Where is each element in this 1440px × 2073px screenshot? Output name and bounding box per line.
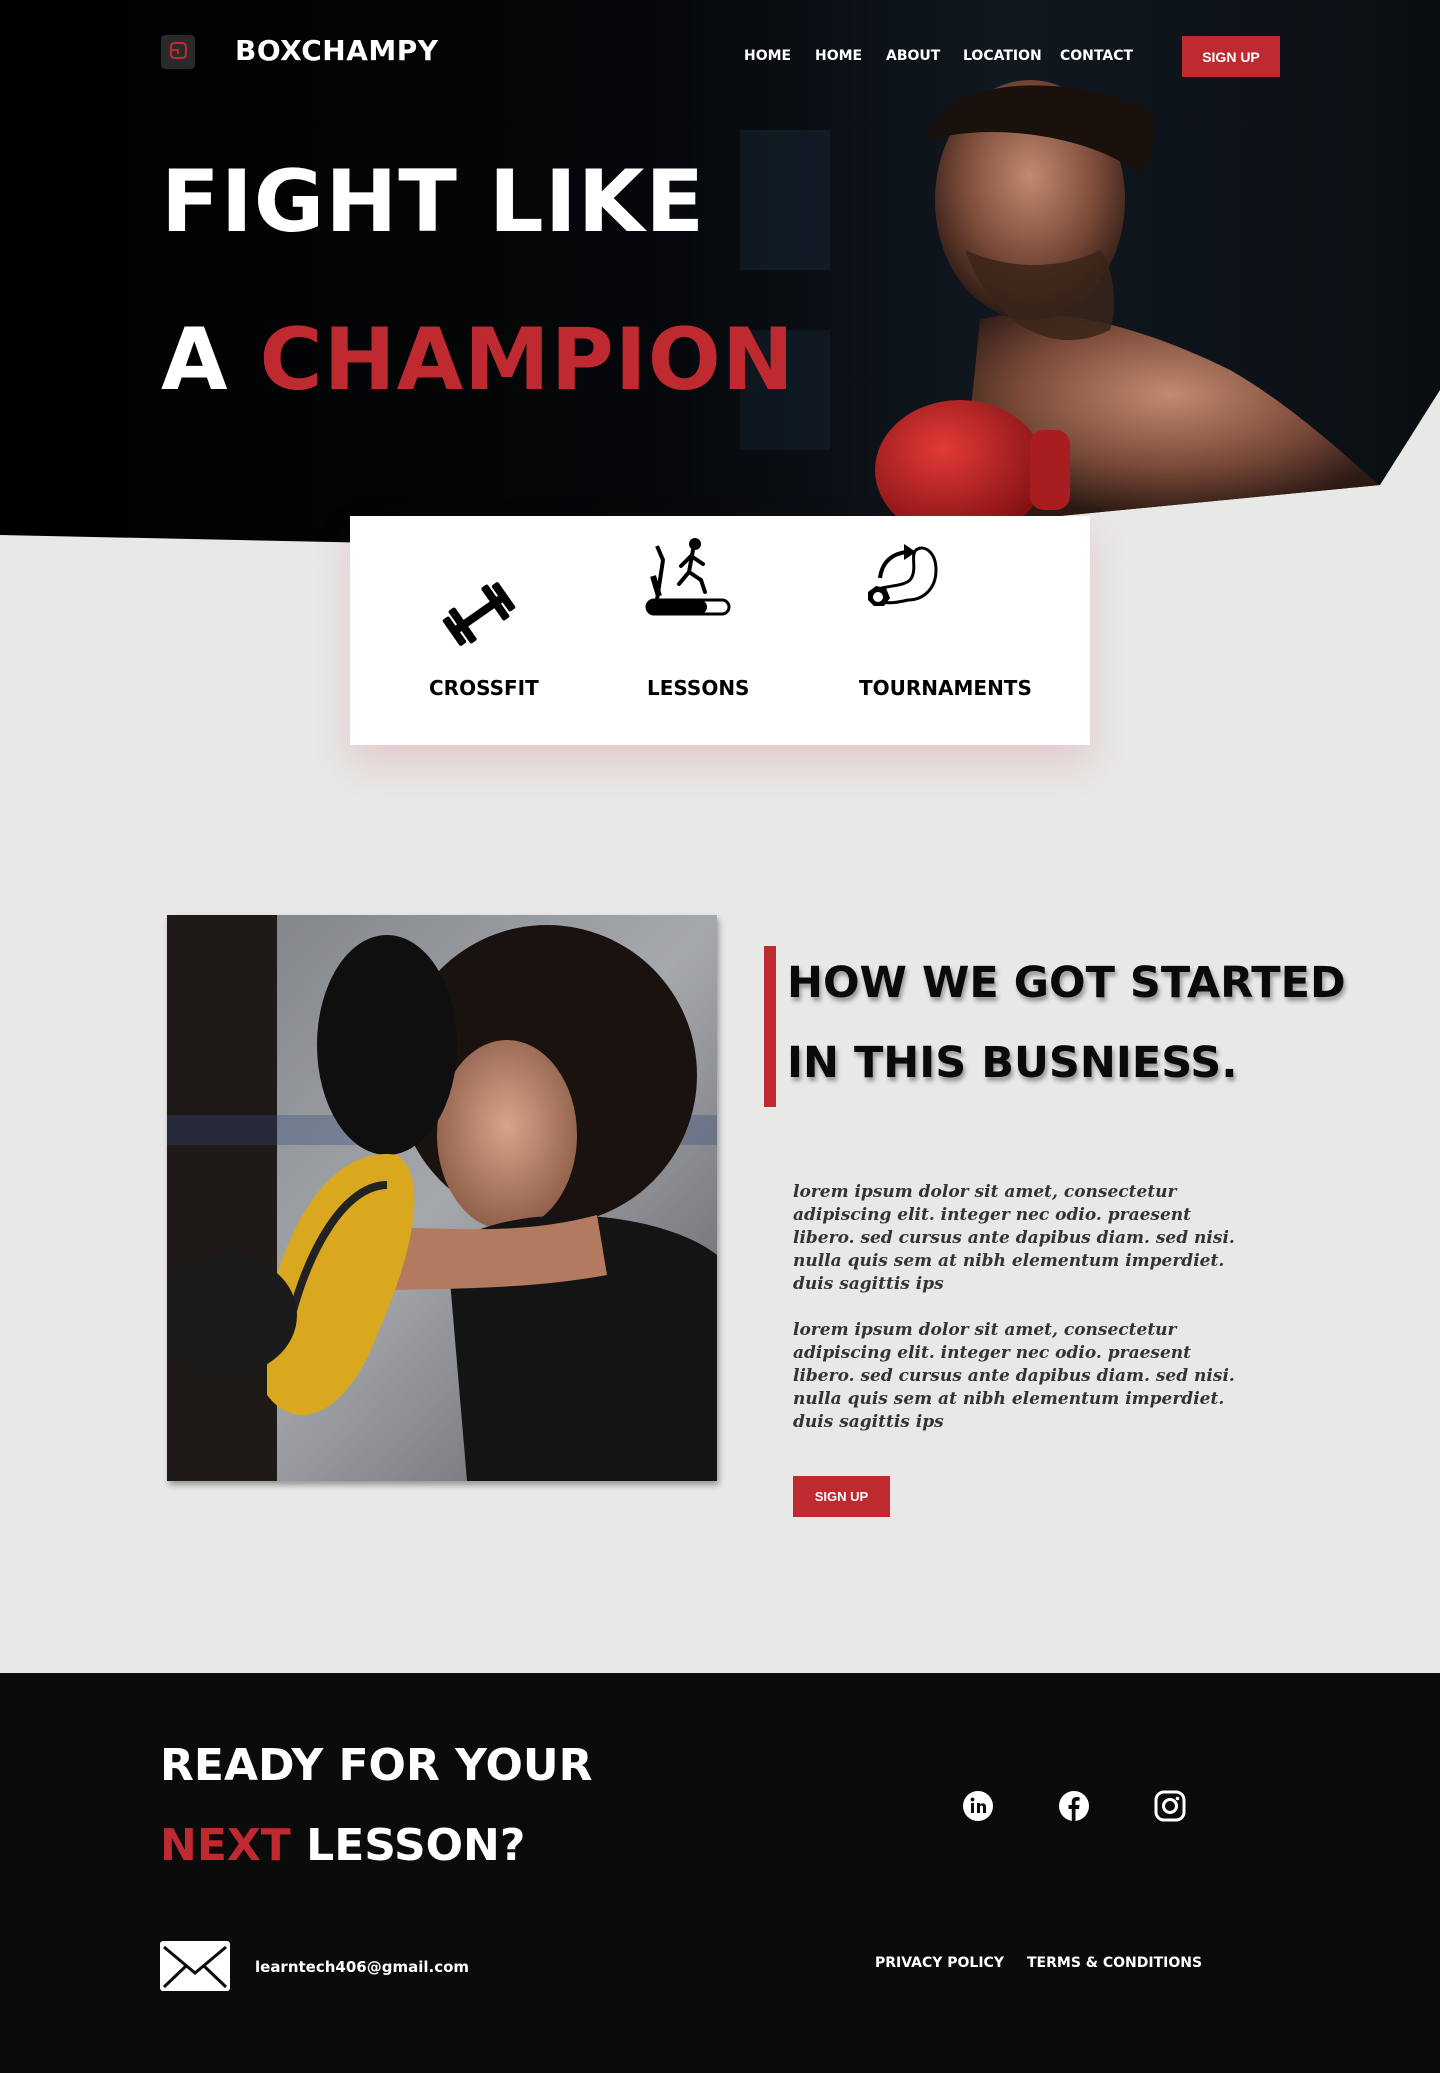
about-paragraph-2: lorem ipsum dolor sit amet, consectetur … (793, 1320, 1235, 1432)
facebook-icon[interactable] (1058, 1790, 1090, 1822)
service-lessons-label[interactable]: LESSONS (647, 676, 749, 700)
hero-background-image (0, 0, 1440, 545)
service-tournaments-label[interactable]: TOURNAMENTS (859, 676, 1032, 700)
footer-cta-rest: LESSON? (306, 1820, 526, 1871)
header-signup-button[interactable]: SIGN UP (1182, 36, 1280, 77)
footer-cta-highlight: NEXT (160, 1820, 291, 1871)
privacy-policy-link[interactable]: PRIVACY POLICY (875, 1955, 1004, 1971)
about-accent-bar (764, 946, 776, 1107)
service-lessons-icon-wrap (645, 536, 735, 626)
hero-headline-line2: A CHAMPION (161, 310, 795, 410)
hero-headline-prefix: A (161, 310, 229, 410)
terms-conditions-link[interactable]: TERMS & CONDITIONS (1027, 1955, 1202, 1971)
footer-cta-line1: READY FOR YOUR (160, 1740, 593, 1791)
about-paragraph-1: lorem ipsum dolor sit amet, consectetur … (793, 1182, 1235, 1294)
nav-contact[interactable]: CONTACT (1060, 48, 1133, 64)
service-crossfit-icon-wrap (435, 570, 523, 662)
envelope-icon (160, 1941, 230, 1991)
about-signup-button[interactable]: SIGN UP (793, 1476, 890, 1517)
logo-icon[interactable] (161, 35, 195, 69)
footer-cta-line2: NEXT LESSON? (160, 1820, 525, 1871)
brand-name[interactable]: BOXCHAMPY (235, 34, 439, 67)
instagram-icon[interactable] (1154, 1790, 1186, 1822)
nav-home-2[interactable]: HOME (815, 48, 862, 64)
hero-headline-highlight: CHAMPION (259, 310, 795, 410)
nav-about[interactable]: ABOUT (886, 48, 940, 64)
boxing-training-image (167, 915, 717, 1481)
about-title-line2: IN THIS BUSNIESS. (787, 1038, 1238, 1088)
footer (0, 1673, 1440, 2073)
dumbbell-icon (442, 582, 516, 646)
footer-email[interactable]: learntech406@gmail.com (255, 1958, 469, 1976)
flexed-arm-icon (868, 544, 938, 606)
hero-headline-line1: FIGHT LIKE (161, 152, 706, 252)
treadmill-icon (645, 538, 731, 616)
nav-location[interactable]: LOCATION (963, 48, 1042, 64)
linkedin-icon[interactable] (962, 1790, 994, 1822)
hero-section: BOXCHAMPY HOME HOME ABOUT LOCATION CONTA… (0, 0, 1440, 545)
nav-home[interactable]: HOME (744, 48, 791, 64)
about-title-line1: HOW WE GOT STARTED (787, 958, 1346, 1008)
boxing-glove-icon (170, 42, 187, 59)
about-photo (167, 915, 717, 1481)
service-tournaments-icon-wrap (858, 540, 944, 628)
service-crossfit-label[interactable]: CROSSFIT (429, 676, 539, 700)
services-card: CROSSFIT LESSONS TOURNAMENTS (350, 516, 1090, 745)
